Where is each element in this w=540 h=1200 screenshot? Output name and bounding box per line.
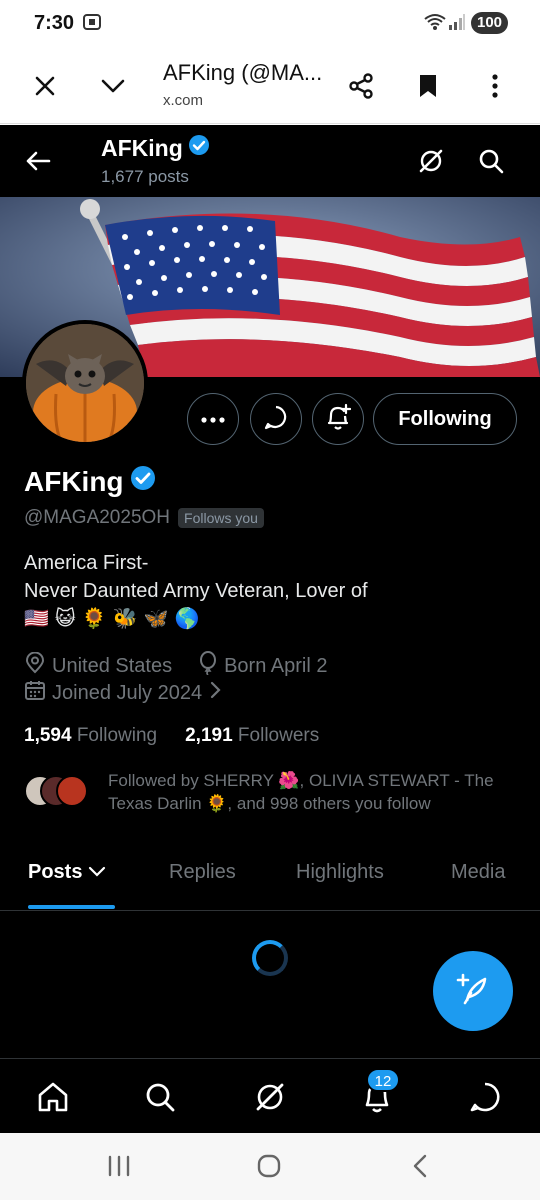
location-row: United States Born April 2 (24, 651, 327, 681)
follows-you-badge: Follows you (178, 508, 264, 528)
mini-avatar (56, 775, 88, 807)
joined-text: Joined July 2024 (52, 681, 203, 704)
profile-handle: @MAGA2025OH (24, 507, 171, 528)
following-button[interactable]: Following (373, 393, 517, 445)
browser-url: x.com (163, 92, 204, 109)
message-icon (263, 404, 289, 435)
notifications-badge: 12 (366, 1068, 400, 1092)
wifi-icon (424, 13, 446, 36)
bio-emojis: 🇺🇸 😺 🌻 🐝 🦋 🌎 (24, 606, 199, 631)
search-icon[interactable] (471, 141, 511, 181)
screenshot-icon (82, 12, 102, 37)
bio-emoji: 🌻 (81, 608, 107, 630)
home-icon[interactable] (31, 1075, 75, 1119)
follow-stats: 1,594 Following 2,191 Followers (24, 725, 319, 747)
header-profile-name: AFKing (101, 134, 210, 162)
followed-by-avatars (24, 775, 94, 811)
active-tab-indicator (28, 905, 115, 909)
calendar-icon (24, 679, 46, 707)
followers-label: Followers (237, 725, 320, 746)
chevron-down-icon (88, 861, 106, 884)
browser-toolbar: AFKing (@MA... x.com (0, 46, 540, 124)
verified-badge-icon (188, 134, 210, 162)
feather-plus-icon (455, 971, 491, 1012)
handle-row: @MAGA2025OH Follows you (24, 507, 264, 529)
status-time: 7:30 (34, 12, 75, 34)
tab-posts[interactable]: Posts (28, 861, 106, 884)
tab-replies[interactable]: Replies (169, 861, 236, 884)
bio-emoji: 🌎 (174, 608, 200, 630)
message-button[interactable] (250, 393, 302, 445)
profile-bio: America First- Never Daunted Army Vetera… (24, 549, 368, 605)
born-text: Born April 2 (224, 654, 328, 677)
bookmark-icon[interactable] (406, 64, 450, 108)
followers-count: 2,191 (185, 725, 233, 746)
notifications-subscribe-button[interactable] (312, 393, 364, 445)
bio-emoji: 🦋 (143, 608, 169, 630)
header-name-text: AFKing (101, 134, 183, 161)
header-posts-count: 1,677 posts (101, 167, 189, 186)
x-profile-app: AFKing 1,677 posts Following AFKing @MAG… (0, 125, 540, 1133)
bio-emoji: 🇺🇸 (24, 608, 49, 630)
back-arrow-icon[interactable] (18, 141, 58, 181)
home-button-icon[interactable] (249, 1151, 289, 1181)
profile-name-text: AFKing (24, 465, 124, 497)
profile-tabs: Posts Replies Highlights Media (0, 845, 540, 911)
bottom-navigation: 12 (0, 1058, 540, 1133)
loading-spinner (252, 940, 288, 976)
location-text: United States (52, 654, 173, 677)
chevron-right-icon (208, 680, 222, 706)
bio-emoji: 😺 (54, 608, 76, 630)
followed-by-text: Followed by SHERRY 🌺, OLIVIA STEWART - T… (108, 771, 494, 813)
more-options-button[interactable] (187, 393, 239, 445)
profile-name: AFKing (24, 465, 156, 498)
more-vert-icon[interactable] (473, 64, 517, 108)
following-label: Following (76, 725, 158, 746)
messages-icon[interactable] (463, 1075, 507, 1119)
compose-post-button[interactable] (433, 951, 513, 1031)
followers-stat[interactable]: 2,191 Followers (185, 725, 319, 747)
bio-emoji: 🐝 (112, 608, 138, 630)
verified-badge-icon[interactable] (130, 465, 156, 498)
signal-icon (448, 14, 466, 35)
close-icon[interactable] (23, 64, 67, 108)
profile-header-bar: AFKing 1,677 posts (0, 125, 540, 197)
share-icon[interactable] (339, 64, 383, 108)
profile-actions: Following (0, 393, 540, 445)
following-stat[interactable]: 1,594 Following (24, 725, 157, 747)
status-bar: 7:30 100 (0, 0, 540, 46)
grok-icon[interactable] (411, 141, 451, 181)
bio-line-1: America First- (24, 552, 149, 574)
browser-page-title: AFKing (@MA... (163, 60, 323, 85)
bio-line-2: Never Daunted Army Veteran, Lover of (24, 580, 368, 602)
tab-highlights[interactable]: Highlights (296, 861, 384, 884)
balloon-icon (198, 651, 218, 681)
system-navigation-bar (0, 1133, 540, 1200)
bell-plus-icon (325, 403, 352, 436)
explore-search-icon[interactable] (138, 1075, 182, 1119)
more-horizontal-icon (201, 410, 225, 428)
tab-posts-label: Posts (28, 861, 83, 883)
chevron-down-icon[interactable] (91, 64, 135, 108)
tab-media[interactable]: Media (451, 861, 505, 884)
grok-nav-icon[interactable] (248, 1075, 292, 1119)
location-pin-icon (24, 651, 46, 680)
battery-indicator: 100 (471, 12, 509, 34)
back-button-icon[interactable] (400, 1151, 440, 1181)
recent-apps-icon[interactable] (99, 1151, 139, 1181)
following-count: 1,594 (24, 725, 72, 746)
joined-row[interactable]: Joined July 2024 (24, 679, 222, 707)
followed-by-row[interactable]: Followed by SHERRY 🌺, OLIVIA STEWART - T… (24, 769, 524, 819)
